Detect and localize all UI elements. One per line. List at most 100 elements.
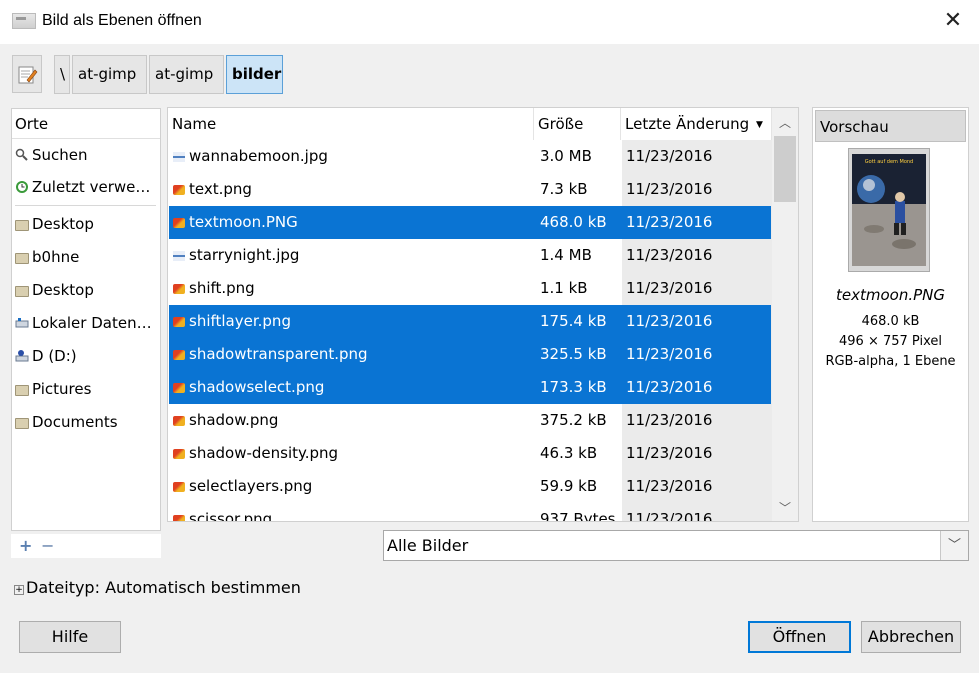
cancel-button[interactable]: Abbrechen [861,621,961,653]
file-row[interactable]: scissor.png 937 Bytes 11/23/2016 [169,503,771,521]
place-label: b0hne [32,248,80,266]
folder-icon [15,286,29,297]
place-search[interactable]: Suchen [15,139,159,171]
file-filter-value: Alle Bilder [387,536,469,555]
column-header-size[interactable]: Größe [534,108,621,140]
remove-bookmark-icon[interactable]: − [41,536,54,555]
preview-header[interactable]: Vorschau [815,110,966,142]
close-icon[interactable]: ✕ [937,6,969,38]
file-row[interactable]: shadowselect.png 173.3 kB 11/23/2016 [169,371,771,404]
file-name: shift.png [189,279,255,297]
folder-icon [15,253,29,264]
file-date: 11/23/2016 [626,180,713,198]
place-desktop-2[interactable]: Desktop [15,274,159,306]
place-label: Suchen [32,146,88,164]
file-size: 468.0 kB [540,213,607,231]
places-toolbar: + − [11,534,161,558]
file-name: shadow.png [189,411,279,429]
file-date: 11/23/2016 [626,246,713,264]
places-panel: Orte Suchen Zuletzt verwe… Desktop b0hne… [11,108,161,531]
scroll-down-icon[interactable]: ﹀ [772,497,798,519]
file-row[interactable]: shift.png 1.1 kB 11/23/2016 [169,272,771,305]
file-name: starrynight.jpg [189,246,300,264]
file-row[interactable]: shadow.png 375.2 kB 11/23/2016 [169,404,771,437]
chevron-down-icon[interactable]: ﹀ [940,531,968,560]
file-row[interactable]: starrynight.jpg 1.4 MB 11/23/2016 [169,239,771,272]
sort-arrow-icon: ▼ [755,120,763,130]
file-name: selectlayers.png [189,477,313,495]
expand-icon: + [14,585,24,595]
jpg-file-icon [173,251,185,261]
file-name: textmoon.PNG [189,213,298,231]
crumb-bilder[interactable]: bilder [226,55,283,94]
preview-size: 468.0 kB [861,314,920,329]
edit-location-button[interactable] [12,55,42,93]
file-date: 11/23/2016 [626,411,713,429]
place-local-drive[interactable]: Lokaler Daten… [15,307,159,339]
place-desktop[interactable]: Desktop [15,208,159,240]
window-title: Bild als Ebenen öffnen [42,12,202,29]
folder-icon [15,220,29,231]
file-size: 325.5 kB [540,345,607,363]
open-button[interactable]: Öffnen [748,621,851,653]
file-date: 11/23/2016 [626,378,713,396]
folder-icon [15,418,29,429]
column-header-date[interactable]: Letzte Änderung ▼ [621,108,772,140]
crumb-at-gimp-1[interactable]: at-gimp [72,55,147,94]
title-bar: Bild als Ebenen öffnen ✕ [0,0,979,44]
place-label: Pictures [32,380,92,398]
scrollbar-thumb[interactable] [774,136,796,202]
file-row[interactable]: shadowtransparent.png 325.5 kB 11/23/2016 [169,338,771,371]
place-label: Documents [32,413,118,431]
png-file-icon [173,449,185,459]
file-size: 173.3 kB [540,378,607,396]
places-separator [15,205,156,206]
file-row[interactable]: text.png 7.3 kB 11/23/2016 [169,173,771,206]
drive-icon [15,309,29,328]
file-name: shadowtransparent.png [189,345,368,363]
preview-panel: Vorschau Gott auf dem Mond textmoon.PNG … [812,107,969,522]
filetype-label: Dateityp: Automatisch bestimmen [26,578,301,597]
file-size: 375.2 kB [540,411,607,429]
help-button[interactable]: Hilfe [19,621,121,653]
place-documents[interactable]: Documents [15,406,159,438]
preview-thumb-caption: Gott auf dem Mond [865,159,913,165]
column-header-name[interactable]: Name [168,108,534,140]
preview-filename: textmoon.PNG [836,286,945,304]
png-file-icon [173,383,185,393]
folder-icon [15,385,29,396]
file-size: 7.3 kB [540,180,588,198]
place-label: Zuletzt verwe… [32,178,151,196]
file-list-scrollbar[interactable]: ︿ ﹀ [772,108,798,521]
recent-icon [15,173,29,193]
file-size: 175.4 kB [540,312,607,330]
file-size: 46.3 kB [540,444,598,462]
file-row[interactable]: shadow-density.png 46.3 kB 11/23/2016 [169,437,771,470]
file-row[interactable]: shiftlayer.png 175.4 kB 11/23/2016 [169,305,771,338]
file-row[interactable]: textmoon.PNG 468.0 kB 11/23/2016 [169,206,771,239]
png-file-icon [173,515,185,521]
file-date: 11/23/2016 [626,312,713,330]
place-pictures[interactable]: Pictures [15,373,159,405]
search-icon [15,141,29,161]
file-row[interactable]: wannabemoon.jpg 3.0 MB 11/23/2016 [169,140,771,173]
file-name: shadow-density.png [189,444,339,462]
filetype-expander[interactable]: + Dateityp: Automatisch bestimmen [14,578,301,598]
file-date: 11/23/2016 [626,477,713,495]
place-b0hne[interactable]: b0hne [15,241,159,273]
place-recent[interactable]: Zuletzt verwe… [15,171,159,203]
file-size: 59.9 kB [540,477,598,495]
file-row[interactable]: selectlayers.png 59.9 kB 11/23/2016 [169,470,771,503]
crumb-root[interactable]: \ [54,55,70,94]
preview-thumbnail: Gott auf dem Mond [848,148,930,272]
places-header[interactable]: Orte [12,109,160,139]
drive-icon [15,342,29,362]
crumb-at-gimp-2[interactable]: at-gimp [149,55,224,94]
place-d-drive[interactable]: D (D:) [15,340,159,372]
file-date: 11/23/2016 [626,279,713,297]
preview-dimensions: 496 × 757 Pixel [839,334,942,349]
file-size: 1.1 kB [540,279,588,297]
file-filter-select[interactable]: Alle Bilder ﹀ [383,530,969,561]
add-bookmark-icon[interactable]: + [19,536,32,555]
scroll-up-icon[interactable]: ︿ [772,112,798,134]
